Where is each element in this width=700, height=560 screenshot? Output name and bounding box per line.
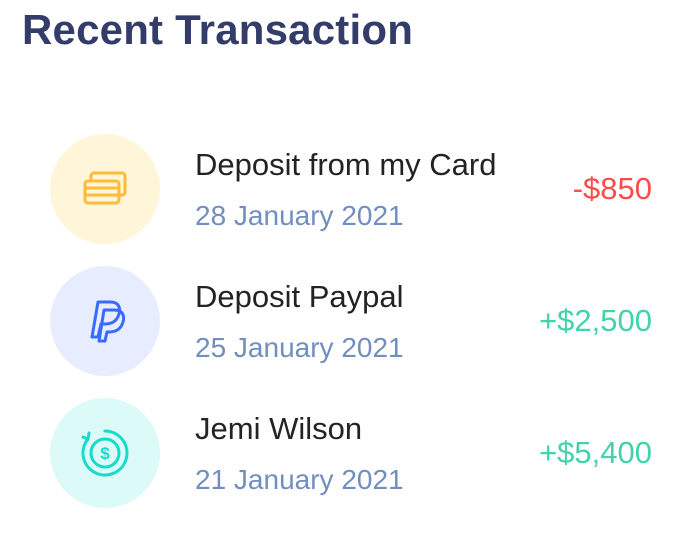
transaction-row[interactable]: Deposit from my Card 28 January 2021 -$8…: [0, 134, 700, 266]
transaction-amount: -$850: [572, 171, 652, 206]
credit-card-icon: [50, 134, 160, 244]
transaction-row[interactable]: Deposit Paypal 25 January 2021 +$2,500: [0, 266, 700, 398]
recent-transaction-card: Recent Transaction Deposit from my Card …: [0, 0, 700, 560]
credit-card-glyph: [83, 171, 127, 205]
card-title: Recent Transaction: [22, 6, 414, 53]
svg-text:$: $: [100, 444, 110, 463]
dollar-coin-glyph: $: [81, 429, 129, 477]
transaction-date: 28 January 2021: [195, 200, 404, 231]
transaction-date: 21 January 2021: [195, 464, 404, 495]
transaction-amount: +$2,500: [539, 303, 652, 338]
transaction-name: Jemi Wilson: [195, 411, 363, 446]
paypal-glyph: [90, 300, 126, 343]
dollar-coin-icon: $: [50, 398, 160, 508]
transaction-row[interactable]: $ Jemi Wilson 21 January 2021 +$5,400: [0, 398, 700, 530]
transaction-name: Deposit from my Card: [195, 147, 497, 182]
transaction-amount: +$5,400: [539, 435, 652, 470]
transaction-name: Deposit Paypal: [195, 279, 404, 314]
transaction-list: Deposit from my Card 28 January 2021 -$8…: [0, 134, 700, 530]
paypal-icon: [50, 266, 160, 376]
transaction-date: 25 January 2021: [195, 332, 404, 363]
